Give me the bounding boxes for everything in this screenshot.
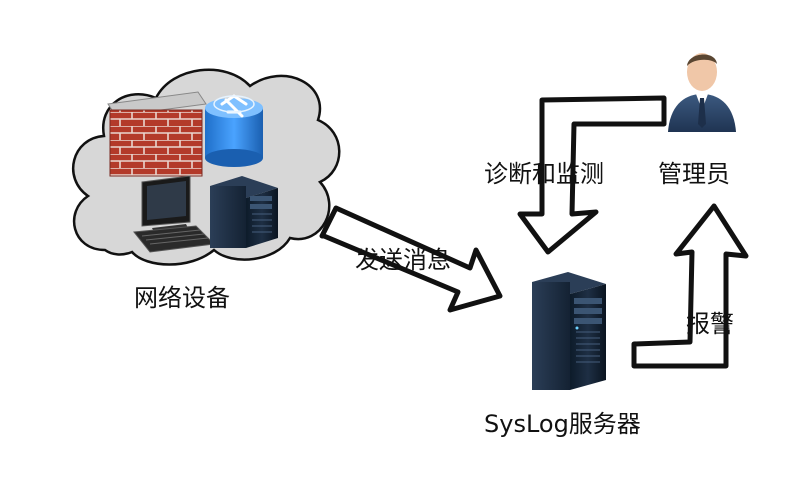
syslog-server-icon xyxy=(532,272,606,390)
router-icon xyxy=(205,94,263,167)
administrator-label: 管理员 xyxy=(658,160,730,188)
syslog-server-label: SysLog服务器 xyxy=(484,410,641,438)
diagnose-monitor-label: 诊断和监测 xyxy=(484,160,604,188)
alert-label: 报警 xyxy=(686,310,734,338)
firewall-icon xyxy=(107,91,207,177)
server-tower-icon xyxy=(210,176,278,248)
arrow-alert xyxy=(631,203,749,369)
administrator-icon xyxy=(668,53,736,132)
network-devices-label: 网络设备 xyxy=(134,284,230,312)
send-message-label: 发送消息 xyxy=(355,246,451,274)
network-diagram xyxy=(71,53,749,390)
